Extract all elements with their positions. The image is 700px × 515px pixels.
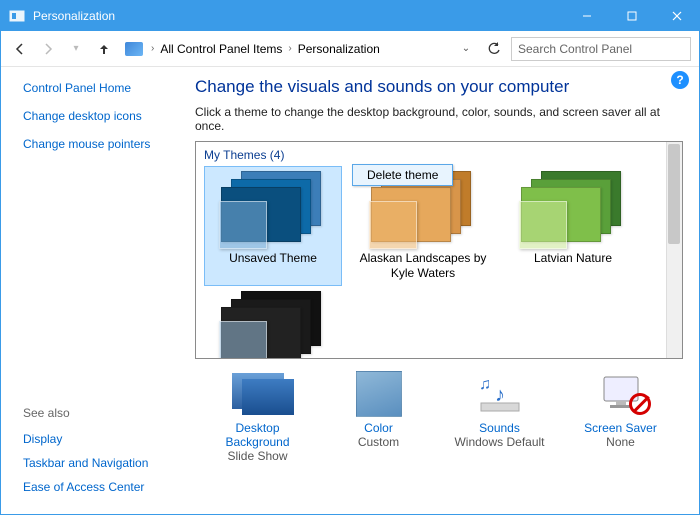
desktop-background-button[interactable]: Desktop Background Slide Show (203, 371, 313, 463)
theme-caption: Alaskan Landscapes by Kyle Waters (359, 251, 487, 281)
control-panel-home-link[interactable]: Control Panel Home (23, 81, 181, 95)
toolbar: ▾ › All Control Panel Items › Personaliz… (1, 31, 699, 67)
refresh-button[interactable] (483, 42, 505, 56)
control-panel-icon (125, 42, 143, 56)
search-placeholder: Search Control Panel (518, 42, 632, 56)
section-label: My Themes (4) (204, 148, 658, 162)
theme-item[interactable] (204, 286, 342, 358)
breadcrumb-item[interactable]: All Control Panel Items (160, 42, 282, 56)
color-icon (347, 371, 411, 417)
screen-saver-icon (589, 371, 653, 417)
prohibit-icon (629, 393, 651, 415)
taskbar-navigation-link[interactable]: Taskbar and Navigation (23, 456, 181, 470)
main-panel: ? Change the visuals and sounds on your … (191, 67, 699, 514)
desktop-background-icon (226, 371, 290, 417)
back-button[interactable] (9, 38, 31, 60)
theme-caption: Unsaved Theme (229, 251, 317, 279)
theme-item[interactable]: Latvian Nature (504, 166, 642, 286)
chevron-right-icon: › (151, 43, 154, 54)
display-link[interactable]: Display (23, 432, 181, 446)
context-menu: Delete theme (352, 164, 453, 186)
scrollbar[interactable] (666, 142, 682, 358)
screen-saver-button[interactable]: Screen Saver None (566, 371, 676, 463)
page-heading: Change the visuals and sounds on your co… (195, 77, 683, 97)
theme-caption: Latvian Nature (534, 251, 612, 279)
color-button[interactable]: Color Custom (324, 371, 434, 463)
page-subtext: Click a theme to change the desktop back… (195, 105, 683, 133)
themes-list: My Themes (4) Unsaved Theme Alaskan Lands… (195, 141, 683, 359)
recent-dropdown[interactable]: ▾ (65, 38, 87, 60)
settings-row: Desktop Background Slide Show Color Cust… (195, 371, 683, 463)
maximize-button[interactable] (609, 1, 654, 31)
breadcrumb-dropdown[interactable]: ⌄ (455, 38, 477, 60)
app-icon (9, 8, 25, 24)
scrollbar-thumb[interactable] (668, 144, 680, 244)
delete-theme-item[interactable]: Delete theme (367, 168, 438, 182)
forward-button[interactable] (37, 38, 59, 60)
minimize-button[interactable] (564, 1, 609, 31)
change-mouse-pointers-link[interactable]: Change mouse pointers (23, 137, 181, 151)
theme-item[interactable]: Unsaved Theme (204, 166, 342, 286)
svg-text:♫: ♫ (479, 376, 491, 393)
up-button[interactable] (93, 38, 115, 60)
sidebar: Control Panel Home Change desktop icons … (1, 67, 191, 514)
chevron-right-icon: › (288, 43, 291, 54)
see-also-header: See also (23, 406, 181, 420)
change-desktop-icons-link[interactable]: Change desktop icons (23, 109, 181, 123)
search-input[interactable]: Search Control Panel (511, 37, 691, 61)
sounds-button[interactable]: ♫♪ Sounds Windows Default (445, 371, 555, 463)
titlebar: Personalization (1, 1, 699, 31)
breadcrumb[interactable]: › All Control Panel Items › Personalizat… (121, 42, 449, 56)
help-icon[interactable]: ? (671, 71, 689, 89)
window-title: Personalization (33, 9, 564, 23)
ease-of-access-link[interactable]: Ease of Access Center (23, 480, 181, 494)
sounds-icon: ♫♪ (468, 371, 532, 417)
close-button[interactable] (654, 1, 699, 31)
breadcrumb-item[interactable]: Personalization (298, 42, 380, 56)
